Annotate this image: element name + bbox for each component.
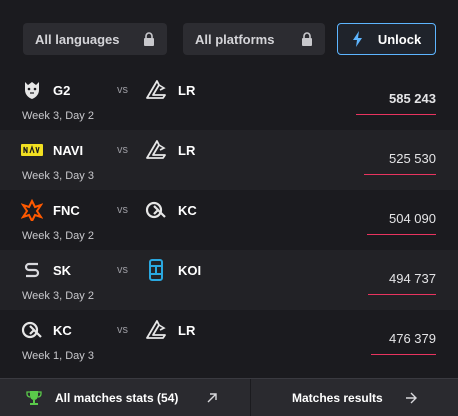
filter-bar: All languages All platforms Unlock [0,0,458,76]
team2-name: LR [178,143,196,158]
languages-filter-label: All languages [35,31,120,47]
unlock-button[interactable]: Unlock [337,23,436,55]
sk-logo-icon [21,259,43,281]
views-count: 585 243 [389,91,436,106]
views-count: 504 090 [389,211,436,226]
team1-name: FNC [53,203,80,218]
lr-logo-icon [145,139,167,161]
koi-logo-icon [145,259,167,281]
footer-bar: All matches stats (54) Matches results [0,378,458,416]
match-date: Week 3, Day 3 [22,170,94,182]
lock-icon [144,32,154,46]
all-matches-stats-label: All matches stats (54) [55,391,179,405]
fnatic-logo-icon [20,198,44,224]
platforms-filter-button[interactable]: All platforms [183,23,325,55]
team2-name: LR [178,83,196,98]
match-row[interactable]: SK vs KOI Week 3, Day 2 494 737 [0,250,458,310]
match-date: Week 3, Day 2 [22,290,94,302]
match-row[interactable]: G2 vs LR Week 3, Day 2 585 243 [0,70,458,130]
platforms-filter-label: All platforms [195,31,275,47]
trophy-icon [26,391,42,405]
vs-label: vs [117,84,128,96]
languages-filter-button[interactable]: All languages [23,23,167,55]
arrow-right-icon [406,392,417,404]
views-count: 525 530 [389,151,436,166]
views-bar [371,354,436,355]
kc-logo-icon [21,319,43,341]
lock-icon [302,32,312,46]
views-bar [356,114,436,115]
views-bar [364,174,436,175]
team2-name: LR [178,323,196,338]
matches-results-label: Matches results [292,391,383,405]
all-matches-stats-button[interactable]: All matches stats (54) [26,379,178,416]
match-row[interactable]: KC vs LR Week 1, Day 3 476 379 [0,310,458,370]
vs-label: vs [117,264,128,276]
views-count: 494 737 [389,271,436,286]
vs-label: vs [117,324,128,336]
match-date: Week 3, Day 2 [22,230,94,242]
team1-name: KC [53,323,72,338]
footer-divider [250,379,251,416]
arrow-up-right-icon [207,393,217,403]
views-bar [368,294,436,295]
match-date: Week 3, Day 2 [22,110,94,122]
team2-name: KOI [178,263,202,278]
match-row[interactable]: FNC vs KC Week 3, Day 2 504 090 [0,190,458,250]
views-count: 476 379 [389,331,436,346]
match-date: Week 1, Day 3 [22,350,94,362]
vs-label: vs [117,144,128,156]
team1-name: SK [53,263,72,278]
lr-logo-icon [145,79,167,101]
lightning-icon [352,31,362,47]
team1-name: NAVI [53,143,84,158]
kc-logo-icon [145,199,167,221]
g2-logo-icon [21,79,43,101]
views-bar [367,234,436,235]
team1-name: G2 [53,83,71,98]
lr-logo-icon [145,319,167,341]
team2-name: KC [178,203,197,218]
vs-label: vs [117,204,128,216]
navi-logo-icon [21,139,43,161]
match-row[interactable]: NAVI vs LR Week 3, Day 3 525 530 [0,130,458,190]
unlock-label: Unlock [377,31,422,47]
matches-results-button[interactable]: Matches results [292,379,383,416]
